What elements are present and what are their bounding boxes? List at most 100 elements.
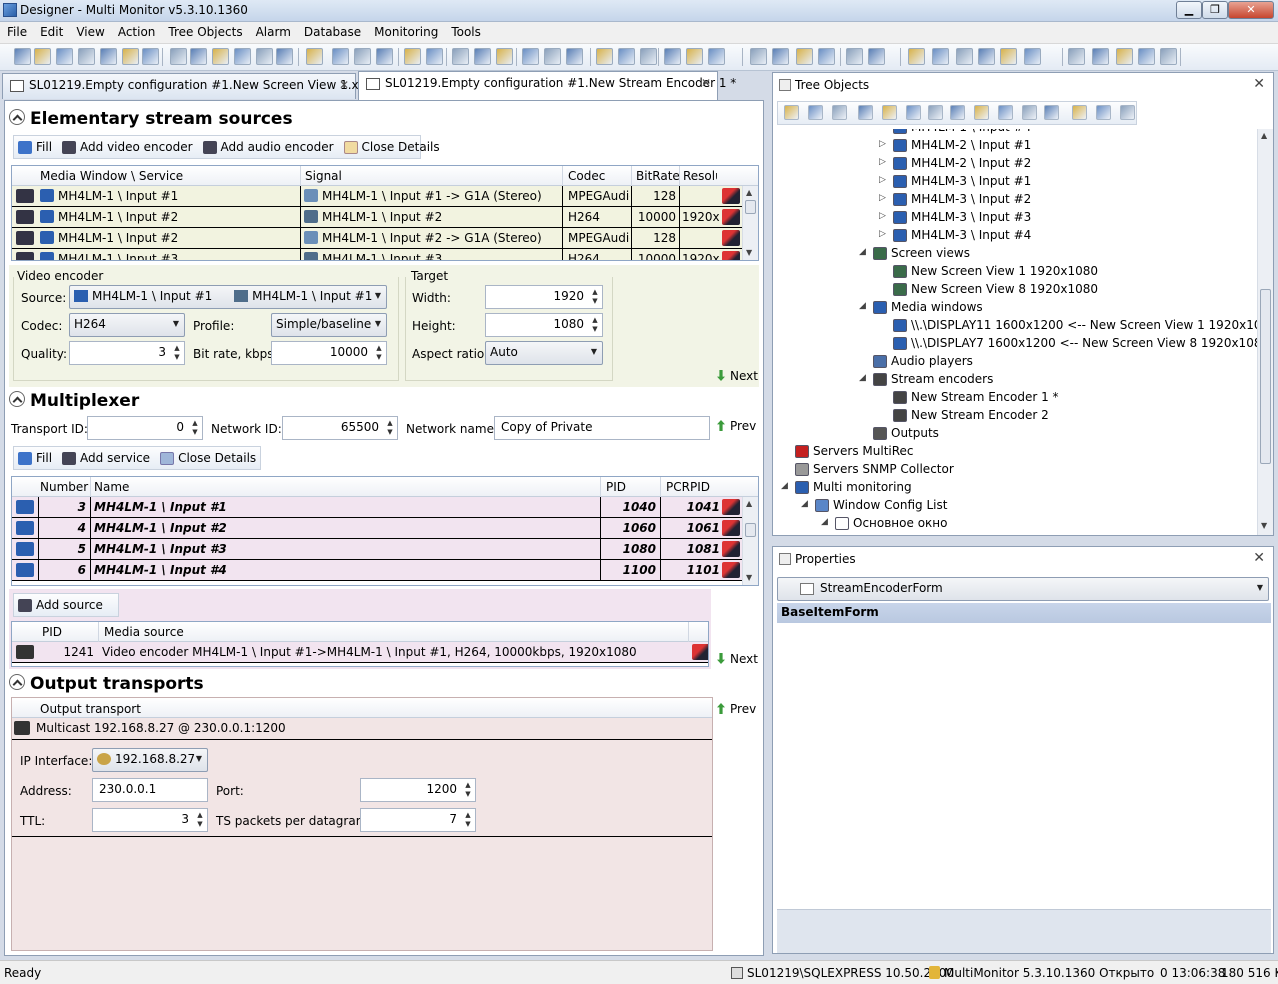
expand-icon[interactable]: ◢ [859,373,866,383]
col-number[interactable]: Number [40,480,88,494]
toolbar-button-icon[interactable] [376,48,393,65]
toolbar-button-icon[interactable] [404,48,421,65]
mux-service-row[interactable]: 4 MH4LM-1 \ Input #2 1060 1061 [12,518,758,539]
toolbar-button-icon[interactable] [426,48,443,65]
toolbar-button-icon[interactable] [234,48,251,65]
address-input[interactable]: 230.0.0.1 [92,778,208,802]
close-tree-panel-icon[interactable]: ✕ [1253,76,1265,92]
mux-next-link[interactable]: Next [717,652,758,666]
toolbar-button-icon[interactable] [1068,48,1085,65]
tree-toolbar-button-icon[interactable] [974,105,989,120]
delete-row-icon[interactable] [692,644,708,660]
toolbar-button-icon[interactable] [566,48,583,65]
ess-row[interactable]: MH4LM-1 \ Input #1 MH4LM-1 \ Input #1 -> … [12,186,758,207]
close-properties-icon[interactable]: ✕ [1253,550,1265,566]
properties-object-select[interactable]: StreamEncoderForm [777,577,1269,601]
tree-toolbar-button-icon[interactable] [808,105,823,120]
toolbar-button-icon[interactable] [686,48,703,65]
tree-toolbar-button-icon[interactable] [1096,105,1111,120]
menu-tree-objects[interactable]: Tree Objects [161,22,248,39]
profile-select[interactable]: Simple/baseline [271,313,387,337]
toolbar-button-icon[interactable] [846,48,863,65]
toolbar-button-icon[interactable] [908,48,925,65]
tree-toolbar-button-icon[interactable] [950,105,965,120]
col-name[interactable]: Name [94,480,129,494]
minimize-button[interactable]: ▁ [1176,1,1202,19]
network-name-input[interactable]: Copy of Private [494,416,710,440]
toolbar-button-icon[interactable] [496,48,513,65]
mux-section-header[interactable]: Multiplexer [9,391,139,413]
mux-prev-link[interactable]: Prev [717,419,756,433]
properties-section-header[interactable]: BaseItemForm [777,603,1271,623]
toolbar-button-icon[interactable] [544,48,561,65]
expand-icon[interactable]: ▷ [879,129,886,131]
toolbar-button-icon[interactable] [956,48,973,65]
toolbar-button-icon[interactable] [212,48,229,65]
tab-screen-view[interactable]: SL01219.Empty configuration #1.New Scree… [2,73,381,99]
delete-row-icon[interactable] [722,562,740,578]
expand-icon[interactable]: ▷ [879,139,886,149]
menu-edit[interactable]: Edit [33,22,69,39]
expand-icon[interactable]: ▷ [879,157,886,167]
tree-toolbar-button-icon[interactable] [928,105,943,120]
col-output-transport[interactable]: Output transport [40,702,141,716]
ttl-stepper[interactable]: 3 ▲ ▼ [92,808,208,832]
collapse-icon[interactable] [9,674,25,690]
codec-select[interactable]: H264 [69,313,185,337]
toolbar-button-icon[interactable] [354,48,371,65]
ts-packets-stepper[interactable]: 7 ▲ ▼ [360,808,476,832]
toolbar-button-icon[interactable] [56,48,73,65]
add-source-button[interactable]: Add source [14,594,109,616]
toolbar-button-icon[interactable] [14,48,31,65]
toolbar-button-icon[interactable] [1160,48,1177,65]
transport-id-stepper[interactable]: 0 ▲ ▼ [87,416,203,440]
toolbar-button-icon[interactable] [522,48,539,65]
toolbar-button-icon[interactable] [932,48,949,65]
toolbar-button-icon[interactable] [100,48,117,65]
toolbar-button-icon[interactable] [142,48,159,65]
ess-close-details-button[interactable]: Close Details [340,136,446,158]
tree-toolbar-button-icon[interactable] [784,105,799,120]
toolbar-button-icon[interactable] [34,48,51,65]
tree-toolbar-button-icon[interactable] [1072,105,1087,120]
expand-icon[interactable]: ▷ [879,193,886,203]
tree-toolbar-button-icon[interactable] [882,105,897,120]
tree-toolbar-button-icon[interactable] [998,105,1013,120]
menu-tools[interactable]: Tools [444,22,487,39]
expand-icon[interactable]: ◢ [801,499,808,509]
mux-close-details-button[interactable]: Close Details [156,447,262,469]
output-prev-link[interactable]: Prev [717,702,756,716]
source-row[interactable]: 1241 Video encoder MH4LM-1 \ Input #1->M… [12,642,708,663]
col-service[interactable]: Media Window \ Service [40,169,183,183]
aspect-select[interactable]: Auto [485,341,603,365]
delete-row-icon[interactable] [722,541,740,557]
ip-interface-select[interactable]: 192.168.8.27 [92,748,208,772]
toolbar-button-icon[interactable] [170,48,187,65]
tree-toolbar-button-icon[interactable] [858,105,873,120]
toolbar-button-icon[interactable] [772,48,789,65]
ess-fill-button[interactable]: Fill [14,136,58,158]
col-media-source[interactable]: Media source [104,625,184,639]
mux-service-row[interactable]: 5 MH4LM-1 \ Input #3 1080 1081 [12,539,758,560]
col-pcrpid[interactable]: PCRPID [666,480,710,494]
expand-icon[interactable]: ◢ [821,517,828,527]
network-id-stepper[interactable]: 65500 ▲ ▼ [282,416,398,440]
toolbar-button-icon[interactable] [596,48,613,65]
expand-icon[interactable]: ▷ [879,211,886,221]
toolbar-button-icon[interactable] [978,48,995,65]
toolbar-button-icon[interactable] [1092,48,1109,65]
expand-icon[interactable]: ◢ [781,481,788,491]
mux-scrollbar[interactable]: ▲ ▼ [742,497,758,585]
close-window-button[interactable]: ✕ [1228,1,1274,19]
expand-icon[interactable]: ▷ [879,229,886,239]
width-stepper[interactable]: 1920 ▲ ▼ [485,285,603,309]
delete-row-icon[interactable] [722,499,740,515]
tree-toolbar-button-icon[interactable] [1022,105,1037,120]
source-select[interactable]: MH4LM-1 \ Input #1 MH4LM-1 \ Input #1 [69,285,387,309]
menu-view[interactable]: View [69,22,110,39]
ess-row[interactable]: MH4LM-1 \ Input #3 MH4LM-1 \ Input #3 H264… [12,249,758,260]
expand-icon[interactable]: ◢ [859,301,866,311]
port-stepper[interactable]: 1200 ▲ ▼ [360,778,476,802]
mux-service-row[interactable]: 3 MH4LM-1 \ Input #1 1040 1041 [12,497,758,518]
tree-scrollbar[interactable]: ▲ ▼ [1257,129,1273,535]
